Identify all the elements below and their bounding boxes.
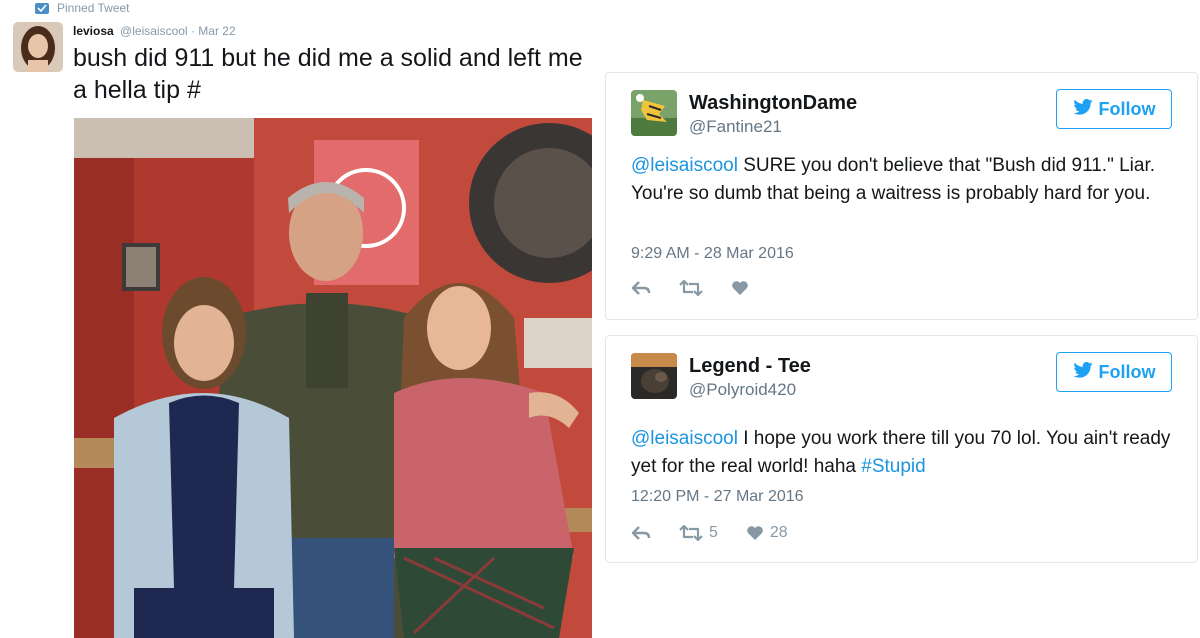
- tweet-text: @leisaiscool I hope you work there till …: [631, 425, 1176, 481]
- avatar[interactable]: [631, 353, 677, 399]
- follow-button[interactable]: Follow: [1056, 352, 1172, 392]
- like-count: 28: [769, 524, 788, 541]
- avatar[interactable]: [631, 90, 677, 136]
- tweet-card[interactable]: WashingtonDame @Fantine21 Follow @leisai…: [605, 72, 1198, 320]
- tweet-timestamp[interactable]: 9:29 AM - 28 Mar 2016: [631, 245, 794, 263]
- tweet-date[interactable]: Mar 22: [198, 24, 235, 38]
- pinned-tweet[interactable]: Pinned Tweet leviosa @leisaiscool · Mar …: [0, 0, 600, 638]
- reply-button[interactable]: [631, 281, 651, 295]
- tweet-timestamp[interactable]: 12:20 PM - 27 Mar 2016: [631, 488, 804, 506]
- follow-button[interactable]: Follow: [1056, 89, 1172, 129]
- twitter-bird-icon: [1072, 361, 1093, 383]
- reply-icon: [631, 526, 651, 540]
- tweet-actions: [631, 280, 777, 296]
- author-handle[interactable]: @Polyroid420: [689, 380, 796, 400]
- retweet-count: 5: [709, 524, 718, 541]
- follow-label: Follow: [1098, 361, 1156, 382]
- author-name[interactable]: WashingtonDame: [689, 92, 857, 115]
- hashtag-link[interactable]: #Stupid: [861, 456, 925, 477]
- retweet-button[interactable]: [679, 280, 703, 296]
- tweet-actions: 5 28: [631, 524, 816, 542]
- tweet-card[interactable]: Legend - Tee @Polyroid420 Follow @leisai…: [605, 335, 1198, 563]
- retweet-button[interactable]: 5: [679, 524, 718, 542]
- tweet-photo[interactable]: [74, 118, 592, 638]
- like-button[interactable]: 28: [746, 524, 788, 542]
- retweet-icon: [679, 280, 703, 296]
- reply-icon: [631, 281, 651, 295]
- author-name[interactable]: Legend - Tee: [689, 355, 811, 378]
- twitter-bird-icon: [1072, 98, 1093, 120]
- heart-icon: [747, 526, 763, 540]
- pinned-tweet-label: Pinned Tweet: [57, 1, 130, 15]
- tweet-text: bush did 911 but he did me a solid and l…: [73, 44, 583, 104]
- avatar[interactable]: [13, 22, 63, 72]
- follow-label: Follow: [1098, 98, 1156, 119]
- pinned-tweet-header: Pinned Tweet: [35, 1, 130, 15]
- pin-icon: [35, 2, 49, 14]
- author-name[interactable]: leviosa: [73, 24, 114, 38]
- retweet-icon: [679, 525, 703, 541]
- heart-icon: [732, 281, 748, 295]
- mention-link[interactable]: @leisaiscool: [631, 155, 738, 176]
- tweet-text: @leisaiscool SURE you don't believe that…: [631, 152, 1176, 208]
- reply-button[interactable]: [631, 526, 651, 540]
- pinned-tweet-meta: leviosa @leisaiscool · Mar 22: [73, 24, 236, 38]
- like-button[interactable]: [731, 280, 749, 296]
- author-handle[interactable]: @leisaiscool: [120, 24, 188, 38]
- mention-link[interactable]: @leisaiscool: [631, 428, 738, 449]
- author-handle[interactable]: @Fantine21: [689, 117, 782, 137]
